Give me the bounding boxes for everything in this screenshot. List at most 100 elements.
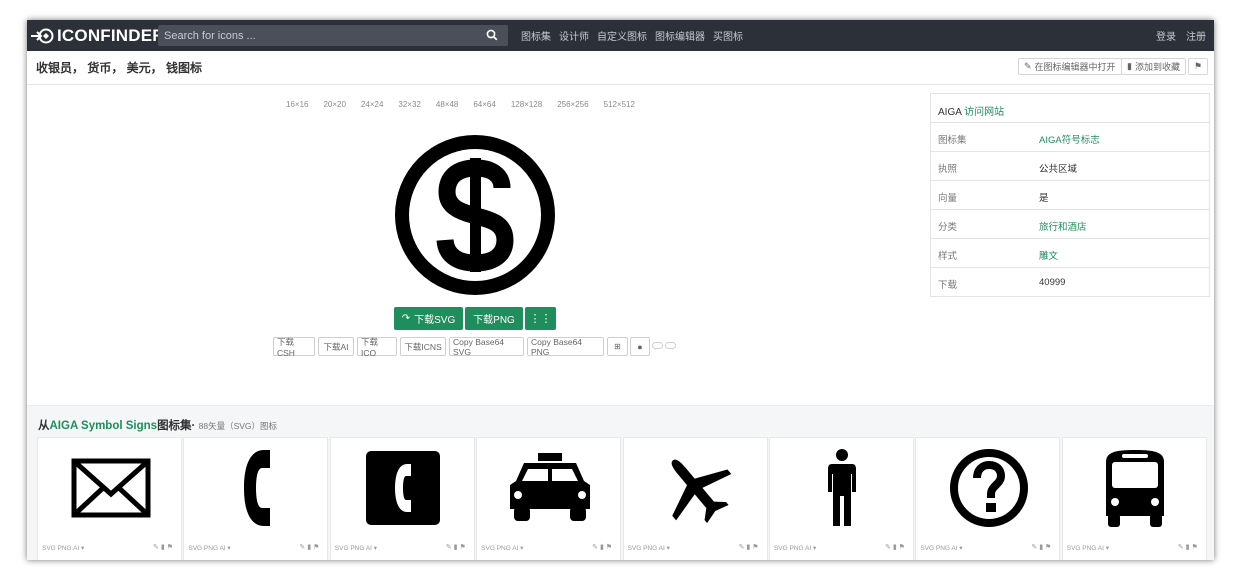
nav-iconsets[interactable]: 图标集 (521, 28, 551, 43)
logo[interactable]: ICONFINDER (29, 25, 165, 47)
icon-card[interactable]: SVG PNG AI ▾ ✎▮⚑ (183, 437, 329, 560)
phone-handset-icon (243, 450, 270, 526)
open-in-editor-label: 在图标编辑器中打开 (1034, 62, 1116, 72)
iconset-name-link[interactable]: AIGA Symbol Signs (50, 420, 158, 432)
size-512[interactable]: 512×512 (604, 100, 635, 109)
browser-frame: ICONFINDER 图标集 设计师 自定义图标 图标编辑器 买图标 登录 注册… (27, 20, 1214, 560)
icon-card[interactable]: SVG PNG AI ▾ ✎▮⚑ (768, 437, 914, 560)
page-title: 收银员， 货币， 美元， 钱图标 (36, 61, 203, 75)
info-row-style: 样式 雕文 (931, 239, 1209, 268)
info-row-category: 分类 旅行和酒店 (931, 210, 1209, 239)
icon-card[interactable]: SVG PNG AI ▾ ✎▮⚑ (622, 437, 768, 560)
bookmark-icon: ▮ (1127, 61, 1132, 71)
icon-card[interactable]: SVG PNG AI ▾ ✎▮⚑ (37, 437, 182, 560)
card-meta[interactable]: SVG PNG AI ▾ (335, 544, 377, 552)
download-png-button[interactable]: 下载PNG (465, 307, 523, 330)
download-csh-label: 下载CSH (277, 336, 295, 358)
download-svg-button[interactable]: ↷ 下载SVG (394, 307, 463, 330)
search-box[interactable] (158, 25, 508, 46)
report-flag-button[interactable]: ⚑ (1188, 58, 1208, 75)
copy-base64-svg-label: Copy Base64 SVG (453, 336, 505, 357)
info-author-row: AIGA 访问网站 (931, 94, 1209, 123)
register-link[interactable]: 注册 (1186, 28, 1206, 43)
card-actions[interactable]: ✎▮⚑ (153, 543, 175, 551)
card-actions[interactable]: ✎▮⚑ (446, 543, 468, 551)
size-48[interactable]: 48×48 (436, 100, 458, 109)
card-meta[interactable]: SVG PNG AI ▾ (774, 544, 816, 552)
info-row-vector: 向量 是 (931, 181, 1209, 210)
more-formats-button[interactable]: ⋮⋮ (525, 307, 556, 330)
size-selector: 16×16 20×20 24×24 32×32 48×48 64×64 128×… (286, 100, 650, 109)
logo-icon (31, 28, 54, 44)
taxi-icon (509, 453, 590, 521)
style-link[interactable]: 雕文 (1039, 248, 1058, 262)
iconset-heading: 从AIGA Symbol Signs图标集· 88矢量（SVG）图标 (38, 417, 277, 433)
card-meta[interactable]: SVG PNG AI ▾ (1067, 544, 1109, 552)
question-icon (949, 449, 1028, 527)
icon-card[interactable]: SVG PNG AI ▾ ✎▮⚑ (476, 437, 622, 560)
download-ai-label: 下载AI (323, 341, 349, 352)
download-ico-button[interactable]: 下载ICO (357, 337, 397, 358)
card-actions[interactable]: ✎▮⚑ (1031, 543, 1053, 551)
icon-info-panel: AIGA 访问网站 图标集 AIGA符号标志 执照 公共区域 向量 是 分类 旅行和酒店… (930, 93, 1210, 297)
info-row-iconset: 图标集 AIGA符号标志 (931, 123, 1209, 152)
size-32[interactable]: 32×32 (398, 100, 420, 109)
size-24[interactable]: 24×24 (361, 100, 383, 109)
card-actions[interactable]: ✎▮⚑ (885, 543, 907, 551)
card-meta[interactable]: SVG PNG AI ▾ (481, 544, 523, 552)
nav-buy-icons[interactable]: 买图标 (713, 28, 743, 43)
logo-text: ICONFINDER (57, 26, 165, 45)
toggle-pill-2[interactable] (665, 342, 676, 349)
card-actions[interactable]: ✎▮⚑ (1178, 543, 1200, 551)
dollar-coin-icon (395, 135, 555, 295)
windows-button[interactable]: ⊞ (607, 337, 628, 356)
iconset-section: 从AIGA Symbol Signs图标集· 88矢量（SVG）图标 SVG P… (27, 405, 1214, 560)
category-link[interactable]: 旅行和酒店 (1039, 219, 1087, 233)
add-to-favorites-label: 添加到收藏 (1134, 62, 1180, 72)
info-key: 分类 (938, 222, 958, 233)
icon-card[interactable]: SVG PNG AI ▾ ✎▮⚑ (329, 437, 475, 560)
top-navbar: ICONFINDER 图标集 设计师 自定义图标 图标编辑器 买图标 登录 注册 (27, 20, 1214, 51)
pencil-icon: ✎ (1024, 61, 1032, 71)
open-in-editor-button[interactable]: ✎ 在图标编辑器中打开 (1018, 58, 1122, 75)
download-csh-button[interactable]: 下载CSH (273, 336, 315, 358)
download-icns-button[interactable]: 下载ICNS (400, 337, 446, 356)
iconset-suffix: 图标集· (157, 420, 196, 432)
info-key: 样式 (938, 251, 958, 262)
size-64[interactable]: 64×64 (473, 100, 495, 109)
size-16[interactable]: 16×16 (286, 100, 308, 109)
iconset-link[interactable]: AIGA符号标志 (1039, 132, 1100, 146)
card-meta[interactable]: SVG PNG AI ▾ (628, 544, 670, 552)
phone-booth-icon (366, 451, 441, 525)
info-row-downloads: 下载 40999 (931, 268, 1209, 297)
card-meta[interactable]: SVG PNG AI ▾ (42, 544, 84, 552)
toggle-pill-1[interactable] (652, 342, 663, 349)
airplane-icon (671, 459, 732, 524)
card-actions[interactable]: ✎▮⚑ (299, 543, 321, 551)
card-meta[interactable]: SVG PNG AI ▾ (920, 544, 962, 552)
search-icon[interactable] (486, 29, 498, 41)
icon-card[interactable]: SVG PNG AI ▾ ✎▮⚑ (915, 437, 1061, 560)
add-to-favorites-button[interactable]: ▮ 添加到收藏 (1121, 58, 1186, 75)
author-name: AIGA (938, 107, 962, 118)
info-value: 是 (1039, 193, 1049, 204)
nav-icon-editor[interactable]: 图标编辑器 (655, 28, 705, 43)
size-20[interactable]: 20×20 (323, 100, 345, 109)
nav-custom-icons[interactable]: 自定义图标 (597, 28, 647, 43)
copy-base64-png-button[interactable]: Copy Base64 PNG (527, 337, 604, 357)
apple-button[interactable]: ● (630, 337, 650, 356)
card-actions[interactable]: ✎▮⚑ (592, 543, 614, 551)
flag-icon: ⚑ (1193, 61, 1203, 71)
size-256[interactable]: 256×256 (557, 100, 588, 109)
copy-base64-svg-button[interactable]: Copy Base64 SVG (449, 336, 524, 357)
login-link[interactable]: 登录 (1156, 28, 1176, 43)
nav-designers[interactable]: 设计师 (559, 28, 589, 43)
download-ai-button[interactable]: 下载AI (318, 337, 354, 356)
download-svg-label: 下载SVG (414, 315, 456, 326)
card-meta[interactable]: SVG PNG AI ▾ (188, 544, 230, 552)
visit-website-link[interactable]: 访问网站 (964, 107, 1004, 118)
search-input[interactable] (158, 25, 474, 46)
size-128[interactable]: 128×128 (511, 100, 542, 109)
icon-card[interactable]: SVG PNG AI ▾ ✎▮⚑ (1061, 437, 1207, 560)
card-actions[interactable]: ✎▮⚑ (739, 543, 761, 551)
